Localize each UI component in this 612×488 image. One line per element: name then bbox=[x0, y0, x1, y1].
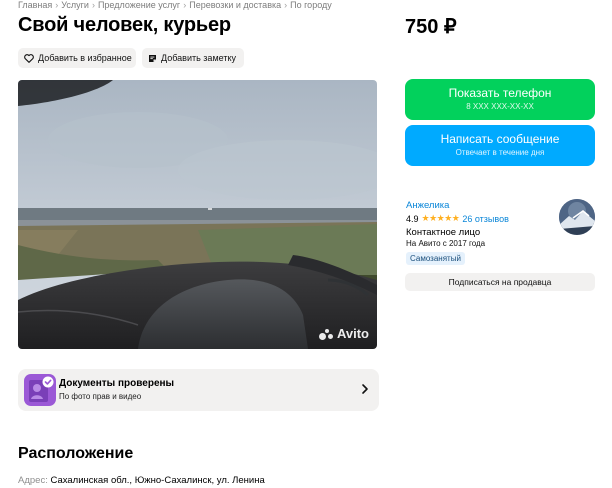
listing-title: Свой человек, курьер bbox=[18, 14, 231, 36]
address-label: Адрес: bbox=[18, 475, 48, 486]
rating-value: 4.9 bbox=[406, 213, 419, 224]
seller-avatar[interactable] bbox=[559, 199, 595, 235]
listing-photo[interactable]: Avito bbox=[18, 80, 377, 349]
documents-verified-card[interactable]: Документы проверены По фото прав и видео bbox=[18, 369, 379, 411]
breadcrumb-separator: › bbox=[183, 0, 187, 10]
location-heading: Расположение bbox=[18, 445, 134, 462]
seller-rating: 4.9 ★★★★★ 26 отзывов bbox=[406, 213, 509, 224]
reviews-link[interactable]: 26 отзывов bbox=[462, 214, 509, 224]
avito-watermark: Avito bbox=[318, 326, 369, 341]
breadcrumb-item-services[interactable]: Услуги bbox=[61, 0, 89, 10]
seller-type: Контактное лицо bbox=[406, 227, 481, 238]
seller-since: На Авито с 2017 года bbox=[406, 239, 486, 248]
photo-illustration bbox=[18, 80, 377, 349]
show-phone-button[interactable]: Показать телефон 8 XXX XXX-XX-XX bbox=[405, 79, 595, 120]
phone-masked: 8 XXX XXX-XX-XX bbox=[466, 102, 534, 111]
breadcrumb-item-city[interactable]: По городу bbox=[290, 0, 332, 10]
breadcrumb-separator: › bbox=[55, 0, 59, 10]
avito-logo-icon bbox=[318, 328, 335, 340]
listing-price: 750 ₽ bbox=[405, 16, 457, 38]
rating-stars-icon: ★★★★★ bbox=[421, 213, 460, 223]
address-value: Сахалинская обл., Южно-Сахалинск, ул. Ле… bbox=[50, 475, 265, 486]
add-note-label: Добавить заметку bbox=[161, 53, 236, 63]
seller-name-link[interactable]: Анжелика bbox=[406, 200, 449, 211]
add-to-favorites-button[interactable]: Добавить в избранное bbox=[18, 48, 136, 68]
address: Адрес: Сахалинская обл., Южно-Сахалинск,… bbox=[18, 475, 265, 486]
self-employed-badge: Самозанятый bbox=[406, 252, 465, 265]
chevron-right-icon bbox=[359, 382, 371, 396]
documents-subtitle: По фото прав и видео bbox=[59, 392, 142, 401]
breadcrumb-separator: › bbox=[91, 0, 95, 10]
add-note-button[interactable]: Добавить заметку bbox=[142, 48, 244, 68]
documents-title: Документы проверены bbox=[59, 378, 175, 389]
write-message-label: Написать сообщение bbox=[440, 132, 560, 146]
verified-document-icon bbox=[23, 373, 57, 407]
note-icon bbox=[148, 53, 157, 64]
add-to-favorites-label: Добавить в избранное bbox=[38, 53, 132, 63]
breadcrumb-item-offers[interactable]: Предложение услуг bbox=[98, 0, 180, 10]
response-time: Отвечает в течение дня bbox=[455, 148, 545, 157]
breadcrumb-item-home[interactable]: Главная bbox=[18, 0, 52, 10]
subscribe-seller-button[interactable]: Подписаться на продавца bbox=[405, 273, 595, 291]
breadcrumb-separator: › bbox=[284, 0, 288, 10]
breadcrumb-item-delivery[interactable]: Перевозки и доставка bbox=[189, 0, 281, 10]
avito-watermark-text: Avito bbox=[336, 326, 369, 341]
breadcrumb: Главная › Услуги › Предложение услуг › П… bbox=[18, 0, 332, 10]
write-message-button[interactable]: Написать сообщение Отвечает в течение дн… bbox=[405, 125, 595, 166]
show-phone-label: Показать телефон bbox=[448, 86, 552, 100]
heart-icon bbox=[24, 53, 34, 64]
